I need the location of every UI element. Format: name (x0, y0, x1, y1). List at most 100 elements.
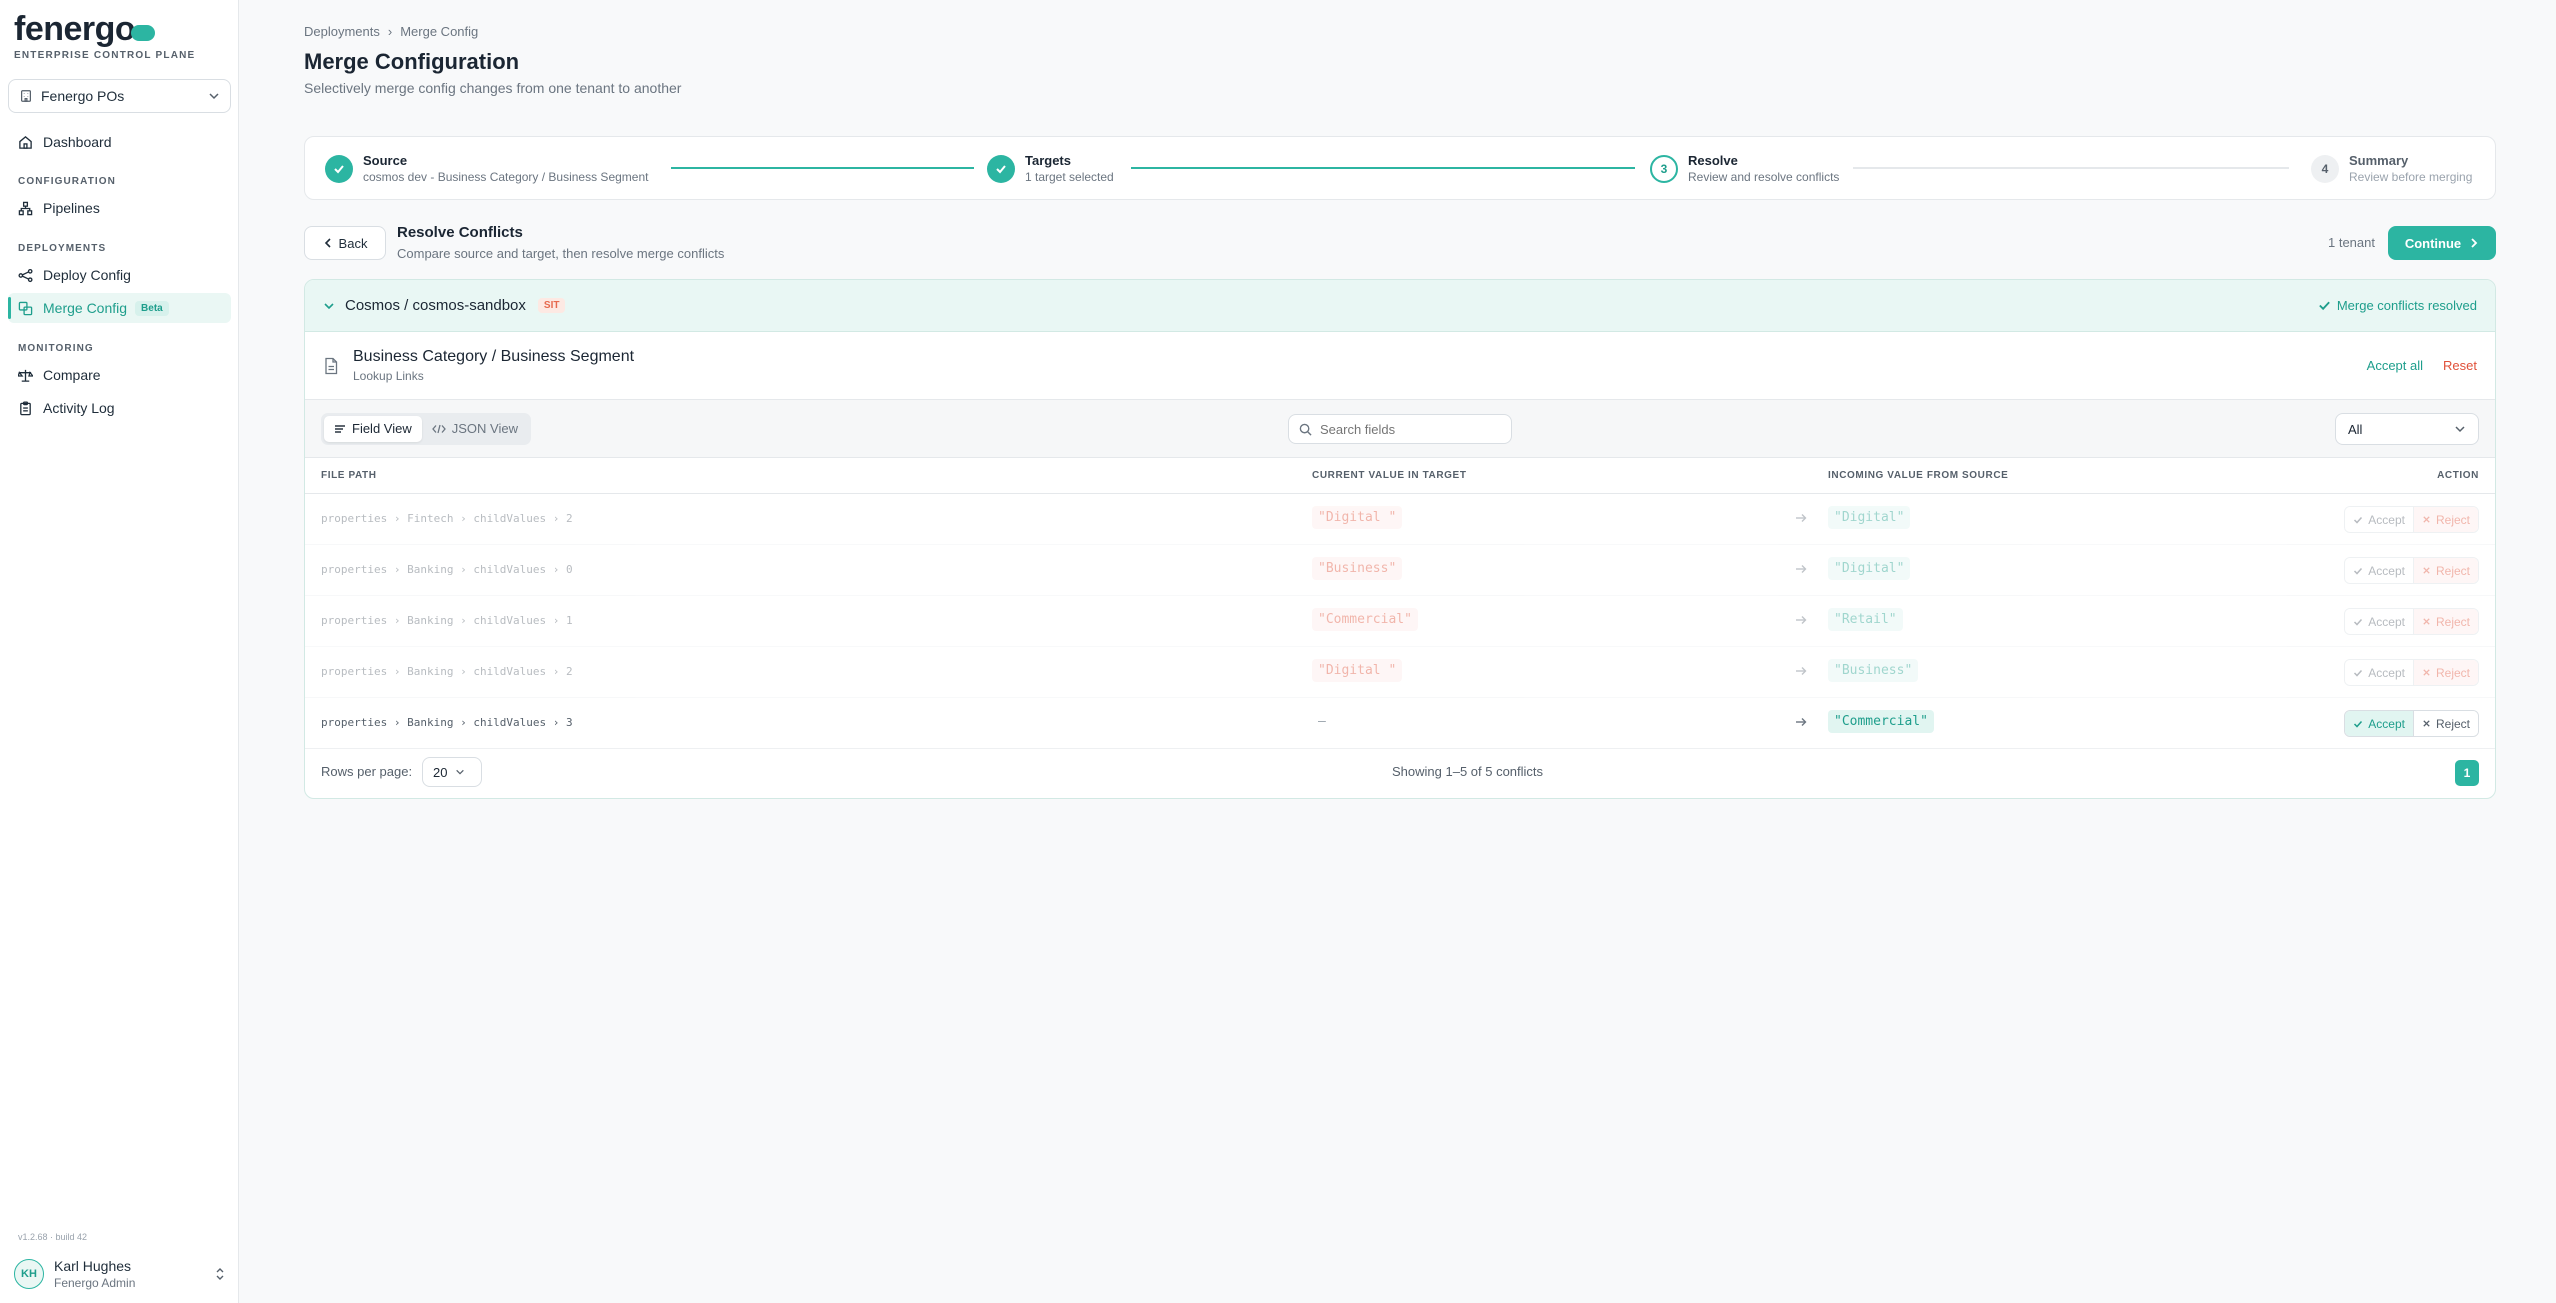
nav-deploy-config[interactable]: Deploy Config (8, 260, 231, 290)
continue-button[interactable]: Continue (2388, 226, 2496, 260)
user-role: Fenergo Admin (54, 1276, 136, 1290)
close-icon (2423, 516, 2430, 523)
row-current-value: "Commercial" (1312, 608, 1418, 631)
beta-badge: Beta (135, 300, 169, 316)
step-source[interactable]: Source cosmos dev - Business Category / … (325, 153, 648, 184)
reject-button[interactable]: Reject (2412, 711, 2478, 736)
step-resolve-sub: Review and resolve conflicts (1688, 170, 1840, 184)
stepper: Source cosmos dev - Business Category / … (304, 136, 2496, 200)
search-box (1288, 414, 1512, 444)
header-incoming-value: INCOMING VALUE FROM SOURCE (1828, 470, 2009, 481)
page-title: Merge Configuration (304, 49, 520, 74)
reject-button[interactable]: Reject (2412, 507, 2478, 532)
chevron-down-icon[interactable] (323, 300, 335, 312)
row-file-path: properties › Banking › childValues › 1 (321, 614, 573, 627)
logo-text: fenergo (14, 10, 136, 48)
rows-per-page-value: 20 (433, 764, 448, 780)
row-actions: Accept Reject (2344, 659, 2479, 686)
table-row: properties › Banking › childValues › 2 "… (305, 647, 2495, 698)
row-file-path: properties › Fintech › childValues › 2 (321, 512, 573, 525)
nav-merge-config-label: Merge Config (43, 300, 128, 316)
chevron-left-icon (324, 238, 331, 248)
close-icon (2423, 669, 2430, 676)
search-input[interactable] (1320, 421, 1500, 437)
row-actions: Accept Reject (2344, 557, 2479, 584)
table-row: properties › Fintech › childValues › 2 "… (305, 494, 2495, 545)
nav-deploy-config-label: Deploy Config (43, 267, 131, 283)
file-icon (325, 357, 338, 374)
tenant-header[interactable]: Cosmos / cosmos-sandbox SIT Merge confli… (305, 280, 2495, 332)
row-current-value: "Business" (1312, 557, 1403, 580)
step-summary[interactable]: 4 Summary Review before merging (2311, 153, 2472, 184)
resolve-subtitle: Compare source and target, then resolve … (397, 246, 725, 261)
nav-dashboard[interactable]: Dashboard (8, 127, 231, 157)
code-icon (431, 424, 446, 433)
accept-button[interactable]: Accept (2345, 711, 2413, 736)
reject-button[interactable]: Reject (2412, 609, 2478, 634)
nav-section-monitoring: MONITORING (18, 343, 94, 354)
accept-button[interactable]: Accept (2345, 558, 2413, 583)
org-name: Fenergo POs (41, 88, 125, 104)
accept-all-link[interactable]: Accept all (2367, 358, 2423, 373)
reject-button[interactable]: Reject (2412, 558, 2478, 583)
accept-button[interactable]: Accept (2345, 609, 2413, 634)
accept-label: Accept (2368, 665, 2405, 680)
filter-value: All (2348, 421, 2363, 437)
user-menu[interactable]: KH Karl Hughes Fenergo Admin (14, 1254, 226, 1294)
json-view-tab[interactable]: JSON View (422, 416, 528, 442)
env-badge: SIT (537, 298, 566, 313)
view-toggle: Field View JSON View (321, 412, 531, 445)
showing-count: Showing 1–5 of 5 conflicts (1392, 764, 1544, 779)
field-view-tab[interactable]: Field View (324, 415, 422, 442)
close-icon (2423, 567, 2430, 574)
nav-pipelines-label: Pipelines (43, 200, 100, 216)
check-icon (2354, 567, 2363, 575)
row-actions: Accept Reject (2344, 506, 2479, 533)
reject-label: Reject (2435, 665, 2470, 680)
row-file-path: properties › Banking › childValues › 0 (321, 563, 573, 576)
check-icon (2354, 720, 2363, 728)
reject-label: Reject (2435, 512, 2470, 527)
file-title: Business Category / Business Segment (353, 348, 635, 365)
table-footer: Rows per page: 20 Showing 1–5 of 5 confl… (305, 749, 2495, 797)
chevron-down-icon (456, 769, 465, 775)
back-button-label: Back (338, 235, 368, 251)
filter-select[interactable]: All (2335, 413, 2479, 445)
file-row: Business Category / Business Segment Loo… (305, 332, 2495, 400)
accept-button[interactable]: Accept (2345, 507, 2413, 532)
reset-link[interactable]: Reset (2443, 358, 2477, 373)
step-targets[interactable]: Targets 1 target selected (987, 153, 1114, 184)
step-resolve-number: 3 (1650, 154, 1678, 183)
table-row: properties › Banking › childValues › 0 "… (305, 545, 2495, 596)
nav-compare[interactable]: Compare (8, 360, 231, 390)
row-incoming-value: "Business" (1828, 659, 1919, 682)
page-button[interactable]: 1 (2455, 760, 2479, 786)
back-button[interactable]: Back (304, 226, 386, 260)
check-icon (2319, 301, 2330, 311)
table-row: properties › Banking › childValues › 3 —… (305, 698, 2495, 749)
tenant-panel: Cosmos / cosmos-sandbox SIT Merge confli… (304, 279, 2496, 799)
row-incoming-value: "Retail" (1828, 608, 1903, 631)
close-icon (2423, 618, 2430, 625)
step-connector (1131, 167, 1635, 169)
reject-button[interactable]: Reject (2412, 660, 2478, 685)
row-current-value: "Digital " (1312, 506, 1403, 529)
breadcrumb-deployments[interactable]: Deployments (304, 24, 380, 39)
step-connector (671, 167, 974, 169)
nav-merge-config[interactable]: Merge Config Beta (8, 293, 231, 323)
accept-button[interactable]: Accept (2345, 660, 2413, 685)
step-resolve[interactable]: 3 Resolve Review and resolve conflicts (1650, 153, 1839, 184)
chevron-right-icon (2471, 238, 2478, 248)
row-incoming-value: "Digital" (1828, 506, 1911, 529)
check-icon (325, 154, 353, 183)
logo-subtitle: ENTERPRISE CONTROL PLANE (14, 50, 196, 61)
resolve-title: Resolve Conflicts (397, 224, 523, 241)
nav-activity-log[interactable]: Activity Log (8, 393, 231, 423)
org-selector[interactable]: Fenergo POs (8, 79, 231, 113)
arrow-right-icon (1796, 667, 1807, 675)
row-incoming-value: "Digital" (1828, 557, 1911, 580)
nav-section-configuration: CONFIGURATION (18, 176, 116, 187)
rows-per-page-select[interactable]: 20 (422, 757, 482, 787)
header-file-path: FILE PATH (321, 470, 377, 481)
nav-pipelines[interactable]: Pipelines (8, 193, 231, 223)
